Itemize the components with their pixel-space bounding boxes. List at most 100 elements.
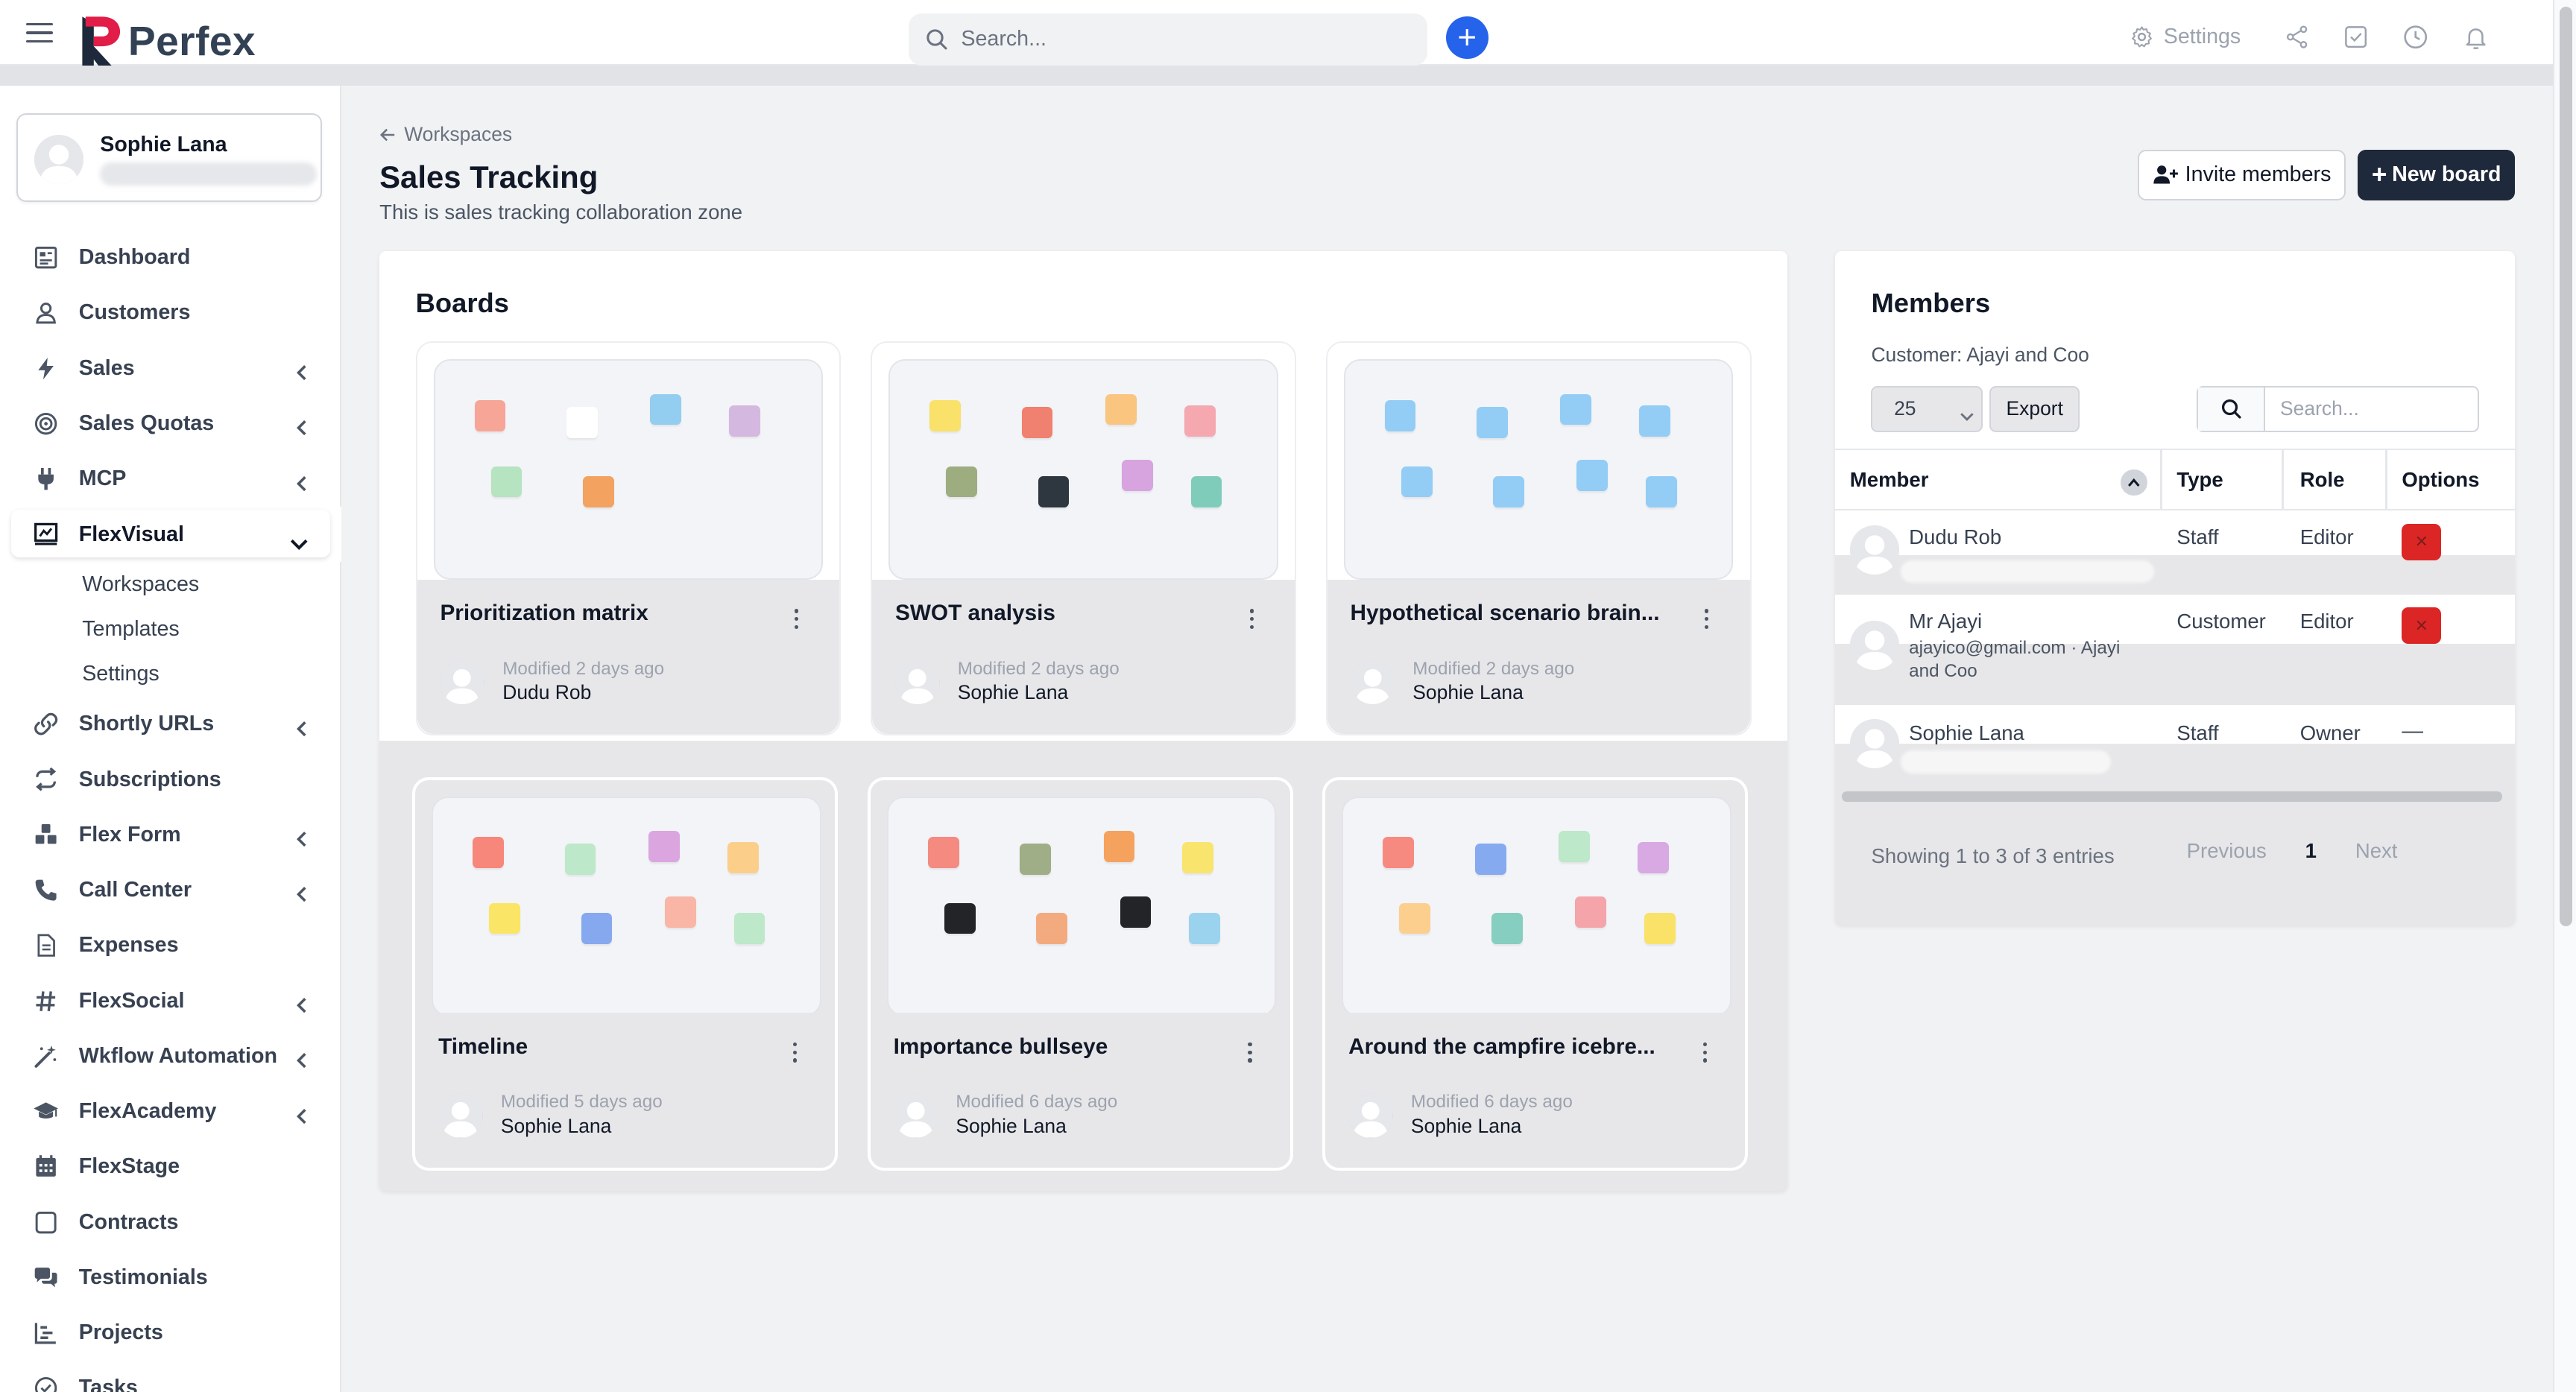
logo[interactable]: Perfex — [79, 13, 256, 69]
clock-icon[interactable] — [2402, 23, 2429, 51]
export-button[interactable]: Export — [1989, 385, 2080, 432]
members-search[interactable] — [2196, 385, 2479, 432]
board-preview-thumbnail[interactable] — [888, 359, 1278, 580]
remove-member-button[interactable] — [2402, 524, 2442, 560]
board-name[interactable]: Around the campfire icebre... — [1348, 1034, 1693, 1060]
board-card[interactable]: Importance bullseye Modified 6 days ago So… — [867, 776, 1293, 1171]
column-member[interactable]: Member — [1850, 468, 1929, 492]
board-card[interactable]: Timeline Modified 5 days ago Sophie Lana — [412, 776, 839, 1171]
sidebar-item-wkflow-automation[interactable]: Wkflow Automation — [0, 1028, 341, 1083]
sidebar-subitem-workspaces[interactable]: Workspaces — [0, 562, 341, 607]
sidebar-item-sales[interactable]: Sales — [0, 341, 341, 396]
board-preview-thumbnail[interactable] — [433, 359, 824, 580]
sidebar-subitem-templates[interactable]: Templates — [0, 607, 341, 651]
table-horizontal-scrollbar[interactable] — [1841, 790, 2506, 803]
board-card[interactable]: Prioritization matrix Modified 2 days ago… — [415, 341, 842, 736]
bell-icon[interactable] — [2463, 23, 2489, 51]
member-name: Dudu Rob — [1909, 525, 2002, 549]
member-email-redacted — [1901, 560, 2154, 583]
sidebar-item-call-center[interactable]: Call Center — [0, 862, 341, 917]
sidebar-item-testimonials[interactable]: Testimonials — [0, 1250, 341, 1305]
sidebar-item-sales-quotas[interactable]: Sales Quotas — [0, 396, 341, 451]
pagination-current-page[interactable]: 1 — [2289, 827, 2332, 874]
board-modified: Modified 5 days ago — [500, 1092, 663, 1113]
check-circle-icon — [33, 1375, 59, 1392]
board-name[interactable]: SWOT analysis — [895, 601, 1240, 626]
member-role: Owner — [2299, 721, 2361, 744]
sidebar-item-dashboard[interactable]: Dashboard — [0, 230, 341, 285]
sidebar-item-flexacademy[interactable]: FlexAcademy — [0, 1084, 341, 1139]
sidebar-item-flexsocial[interactable]: FlexSocial — [0, 973, 341, 1028]
board-card[interactable]: Around the campfire icebre... Modified 6 … — [1322, 776, 1749, 1171]
board-name[interactable]: Prioritization matrix — [440, 601, 785, 626]
sticky-note — [1020, 844, 1051, 876]
sidebar-item-mcp[interactable]: MCP — [0, 452, 341, 507]
sticky-note — [1644, 912, 1676, 944]
sidebar-item-label: Subscriptions — [78, 767, 221, 791]
board-preview-thumbnail[interactable] — [1343, 359, 1734, 580]
remove-member-button[interactable] — [2402, 607, 2442, 644]
board-preview-thumbnail[interactable] — [432, 796, 821, 1016]
more-options-icon[interactable] — [1245, 606, 1258, 632]
pagination: Previous 1 Next — [2187, 827, 2398, 874]
share-icon[interactable] — [2284, 24, 2310, 50]
sidebar-item-expenses[interactable]: Expenses — [0, 918, 341, 973]
sidebar-item-customers[interactable]: Customers — [0, 285, 341, 341]
column-role[interactable]: Role — [2300, 468, 2345, 492]
quick-add-button[interactable]: + — [1445, 16, 1489, 60]
checkbox-todo-icon[interactable] — [2343, 24, 2369, 50]
member-role: Editor — [2299, 525, 2354, 549]
more-options-icon[interactable] — [1243, 1040, 1257, 1066]
global-search[interactable] — [908, 13, 1428, 66]
more-options-icon[interactable] — [789, 1040, 802, 1066]
pagination-next[interactable]: Next — [2355, 839, 2398, 863]
menu-toggle-icon[interactable] — [26, 22, 53, 43]
sidebar-item-flexvisual[interactable]: FlexVisual — [0, 506, 342, 563]
entries-per-page-select[interactable]: 25 — [1871, 385, 1983, 432]
board-card[interactable]: SWOT analysis Modified 2 days ago Sophie L… — [871, 341, 1297, 736]
logo-mark-icon — [79, 13, 121, 69]
column-type[interactable]: Type — [2176, 468, 2223, 492]
board-name[interactable]: Hypothetical scenario brain... — [1351, 601, 1696, 626]
settings-link[interactable]: Settings — [2130, 25, 2241, 49]
sidebar-item-contracts[interactable]: Contracts — [0, 1195, 341, 1250]
board-name[interactable]: Timeline — [438, 1034, 783, 1060]
sidebar-subitem-settings[interactable]: Settings — [0, 652, 341, 697]
sidebar-item-subscriptions[interactable]: Subscriptions — [0, 752, 341, 807]
sticky-note — [1036, 912, 1068, 944]
board-preview-thumbnail[interactable] — [1342, 796, 1731, 1016]
back-to-workspaces-link[interactable]: Workspaces — [379, 123, 512, 146]
sidebar-item-label: Tasks — [78, 1376, 138, 1392]
global-search-input[interactable] — [961, 27, 1389, 52]
sort-asc-icon[interactable] — [2121, 469, 2147, 496]
pagination-previous[interactable]: Previous — [2187, 839, 2267, 863]
sidebar-item-flexstage[interactable]: FlexStage — [0, 1139, 341, 1195]
no-options-text: — — [2402, 719, 2424, 744]
sidebar-item-shortly-urls[interactable]: Shortly URLs — [0, 697, 341, 752]
new-board-button[interactable]: + New board — [2357, 149, 2516, 200]
sidebar-item-label: Testimonials — [78, 1265, 208, 1289]
sticky-note — [1637, 842, 1669, 873]
invite-members-button[interactable]: Invite members — [2137, 149, 2346, 200]
member-type: Customer — [2176, 609, 2266, 633]
sidebar-item-projects[interactable]: Projects — [0, 1306, 341, 1361]
sticky-note — [1184, 405, 1216, 437]
sidebar-item-tasks[interactable]: Tasks — [0, 1361, 341, 1392]
sidebar-item-flex-form[interactable]: Flex Form — [0, 807, 341, 862]
members-search-input[interactable] — [2265, 387, 2476, 431]
page-scrollbar[interactable] — [2553, 0, 2576, 1392]
user-profile-card[interactable]: Sophie Lana — [16, 113, 322, 203]
board-modified: Modified 6 days ago — [1410, 1092, 1573, 1113]
more-options-icon[interactable] — [790, 606, 804, 632]
sidebar: Sophie Lana Dashboard Customers Sales Sa… — [0, 85, 342, 1392]
board-preview-thumbnail[interactable] — [886, 796, 1277, 1016]
more-options-icon[interactable] — [1700, 606, 1714, 632]
board-card[interactable]: Hypothetical scenario brain... Modified 2… — [1325, 341, 1752, 736]
avatar — [1849, 621, 1899, 671]
page-scrollbar-thumb[interactable] — [2559, 6, 2573, 927]
board-name[interactable]: Importance bullseye — [894, 1034, 1239, 1060]
plus-icon: + — [2371, 159, 2387, 189]
more-options-icon[interactable] — [1699, 1040, 1712, 1066]
table-scrollbar-thumb[interactable] — [1841, 791, 2502, 802]
new-board-label: New board — [2392, 162, 2501, 187]
